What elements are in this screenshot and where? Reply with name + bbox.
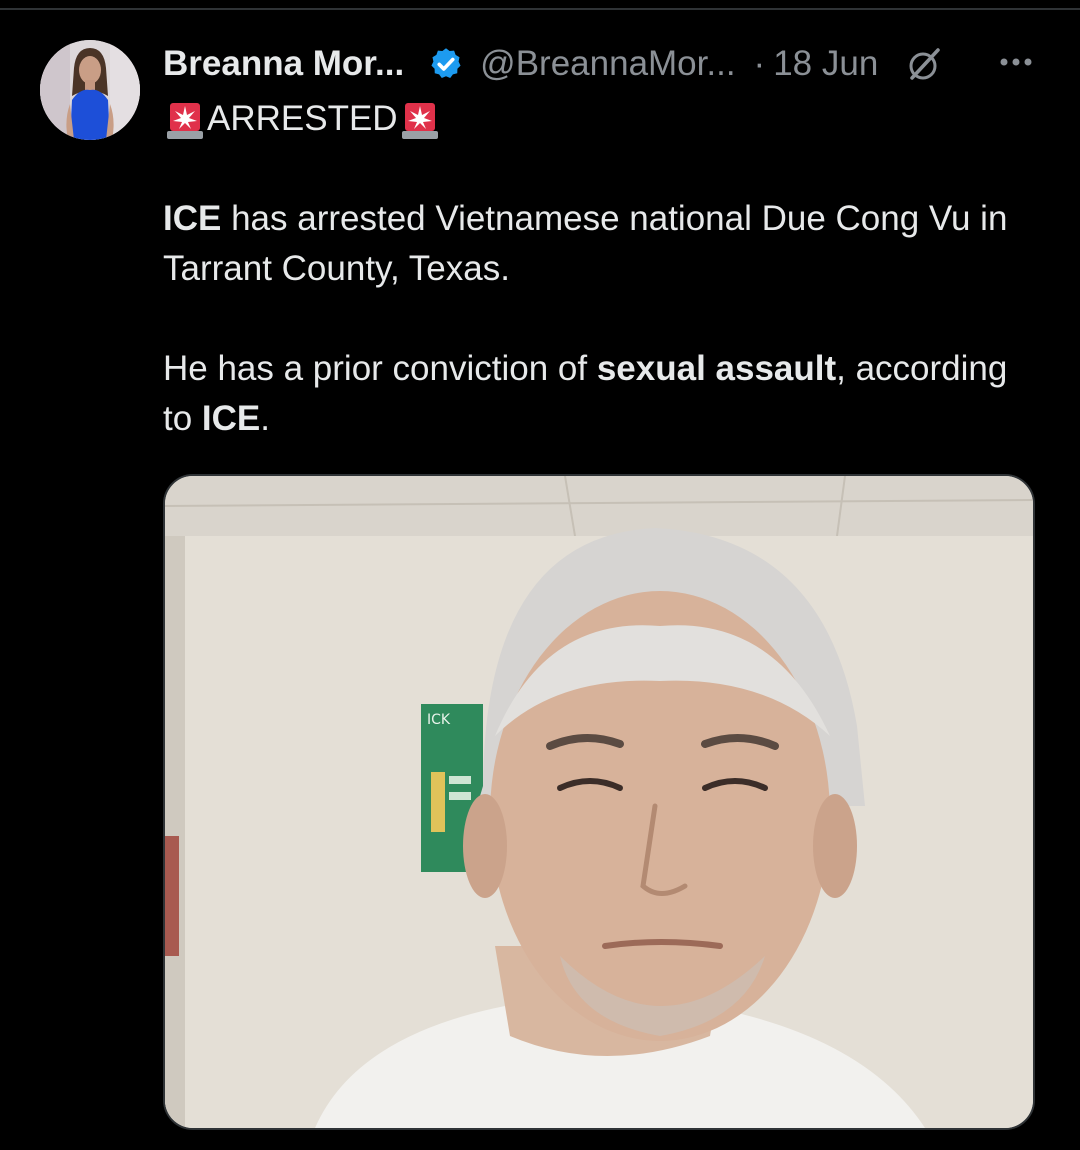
booking-photo: ICK xyxy=(165,476,1033,1128)
post-header: Breanna Mor... @BreannaMor... · 18 Jun xyxy=(163,38,944,90)
post-paragraph-1: ICE has arrested Vietnamese national Due… xyxy=(163,194,1043,294)
verified-badge-icon[interactable] xyxy=(428,46,464,82)
avatar[interactable] xyxy=(40,40,140,140)
police-siren-emoji-right xyxy=(401,103,438,139)
bold-ice: ICE xyxy=(163,199,222,238)
police-siren-emoji-left xyxy=(167,103,203,139)
bold-sexual-assault: sexual assault xyxy=(596,349,837,388)
grok-icon[interactable] xyxy=(904,44,944,84)
post-date[interactable]: 18 Jun xyxy=(773,44,878,84)
separator-dot: · xyxy=(753,44,766,83)
bold-ice-2: ICE xyxy=(201,399,261,438)
post-headline: ARRESTED xyxy=(163,96,442,142)
paragraph-2-part3: . xyxy=(260,399,271,438)
avatar-photo xyxy=(40,40,140,140)
paragraph-2-part1: He has a prior conviction of xyxy=(163,349,597,388)
post-media-photo[interactable]: ICK xyxy=(163,474,1035,1130)
author-name[interactable]: Breanna Mor... xyxy=(163,44,404,84)
top-divider xyxy=(0,8,1080,10)
paragraph-1-text: has arrested Vietnamese national Due Con… xyxy=(163,199,1008,288)
headline-text: ARRESTED xyxy=(207,99,398,138)
author-handle[interactable]: @BreannaMor... xyxy=(480,44,735,84)
sign-text: ICK xyxy=(427,712,451,728)
post-paragraph-2: He has a prior conviction of sexual assa… xyxy=(163,344,1043,444)
more-options-icon[interactable] xyxy=(996,50,1036,74)
